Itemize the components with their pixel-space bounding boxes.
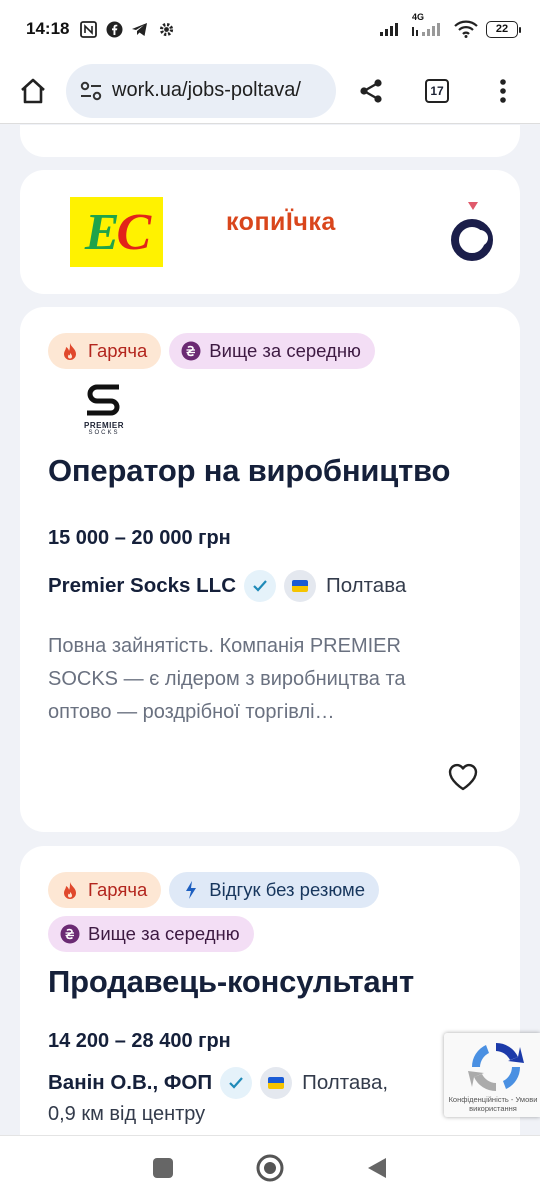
company-logo-line1: PREMIER (84, 421, 124, 430)
share-icon (360, 78, 382, 103)
company-name: Ванін О.В., ФОП (48, 1071, 213, 1094)
wifi-icon (454, 20, 478, 38)
back-button[interactable] (357, 1148, 397, 1188)
page-content: EC копиЇчка Гаряча Вище за середню PREMI… (0, 125, 540, 1135)
company-name: Premier Socks LLC (48, 574, 236, 597)
battery-indicator: 22 (486, 20, 521, 38)
tag-label: Відгук без резюме (209, 879, 365, 900)
job-description: Повна зайнятість. Компанія PREMIER SOCKS… (48, 635, 406, 723)
favorite-button[interactable] (446, 760, 480, 794)
signal-4g-icon: 4G (412, 12, 446, 38)
facebook-icon (105, 20, 123, 38)
site-settings-icon[interactable] (80, 81, 102, 101)
logo-ec-e: E (84, 203, 120, 261)
heart-icon (448, 763, 478, 791)
address-bar[interactable]: work.ua/jobs-poltava/ (66, 63, 336, 118)
company-row: Ванін О.В., ФОП Полтава, (48, 1067, 492, 1099)
status-time: 14:18 (26, 19, 70, 38)
job-title[interactable]: Продавець-консультант (48, 964, 492, 1000)
signal-icon (380, 20, 404, 38)
more-vertical-icon (500, 78, 506, 103)
job-salary: 15 000 – 20 000 грн (48, 527, 231, 549)
fire-icon (60, 880, 80, 900)
tag-label: Вище за середню (88, 923, 240, 944)
company-logo: PREMIER SOCKS (80, 381, 128, 441)
share-button[interactable] (338, 58, 404, 124)
menu-button[interactable] (470, 58, 536, 124)
checkmark-icon (229, 1077, 243, 1089)
previous-card (20, 125, 520, 157)
settings-icon (157, 20, 175, 38)
tag-hot: Гаряча (48, 333, 162, 369)
url-text: work.ua/jobs-poltava/ (112, 79, 301, 101)
home-icon (21, 78, 45, 103)
company-logos-carousel[interactable]: EC копиЇчка (20, 170, 520, 294)
square-icon (153, 1158, 174, 1178)
job-city: Полтава (326, 574, 407, 597)
logo-ec[interactable]: EC (70, 197, 163, 267)
system-navigation-bar (0, 1135, 540, 1200)
checkmark-icon (253, 580, 267, 592)
network-label: 4G (412, 12, 425, 22)
job-card[interactable]: Гаряча Вище за середню PREMIER SOCKS Опе… (20, 307, 520, 832)
tag-label: Вище за середню (209, 340, 361, 361)
home-nav-button[interactable] (250, 1148, 290, 1188)
job-distance: 0,9 км від центру (48, 1103, 206, 1125)
ukraine-flag-badge (260, 1067, 293, 1099)
verified-badge (244, 570, 276, 602)
logo-ec-c: C (116, 203, 152, 261)
tag-label: Гаряча (88, 340, 148, 361)
tab-count: 17 (425, 78, 449, 103)
fire-icon (60, 341, 80, 361)
job-city: Полтава, (302, 1071, 389, 1094)
browser-toolbar: work.ua/jobs-poltava/ 17 (0, 58, 540, 124)
ukraine-flag-icon (292, 580, 308, 592)
status-bar: 14:18 4G 22 (0, 0, 540, 58)
tag-label: Гаряча (88, 879, 148, 900)
logo-ring[interactable] (450, 200, 500, 271)
telegram-icon (131, 20, 149, 38)
company-row: Premier Socks LLC Полтава (48, 570, 492, 602)
job-tags: Гаряча Вище за середню (48, 333, 492, 369)
job-tags: Гаряча Відгук без резюме Вище за середню (48, 872, 428, 952)
tag-hot: Гаряча (48, 872, 162, 908)
job-title[interactable]: Оператор на виробництво (48, 453, 492, 489)
recaptcha-icon (468, 1042, 524, 1092)
back-triangle-icon (367, 1158, 386, 1178)
tag-above-average: Вище за середню (48, 916, 254, 952)
company-logo-line2: SOCKS (88, 430, 120, 436)
recaptcha-badge[interactable]: Конфіденційність - Умови використання (444, 1033, 540, 1117)
lightning-icon (181, 880, 201, 900)
nfc-icon (79, 20, 97, 38)
tabs-button[interactable]: 17 (404, 58, 470, 124)
ukraine-flag-icon (268, 1077, 285, 1089)
hryvnia-icon (181, 341, 201, 361)
ukraine-flag-badge (284, 570, 316, 602)
logo-kopiyochka[interactable]: копиЇчка (226, 208, 336, 237)
hryvnia-icon (60, 924, 80, 944)
recents-button[interactable] (143, 1148, 183, 1188)
job-salary: 14 200 – 28 400 грн (48, 1030, 231, 1052)
tag-above-average: Вище за середню (169, 333, 375, 369)
recaptcha-text[interactable]: Конфіденційність - Умови використання (448, 1095, 538, 1113)
home-button[interactable] (0, 58, 66, 124)
circle-icon (256, 1154, 284, 1182)
tag-no-resume: Відгук без резюме (169, 872, 379, 908)
verified-badge (220, 1067, 253, 1099)
